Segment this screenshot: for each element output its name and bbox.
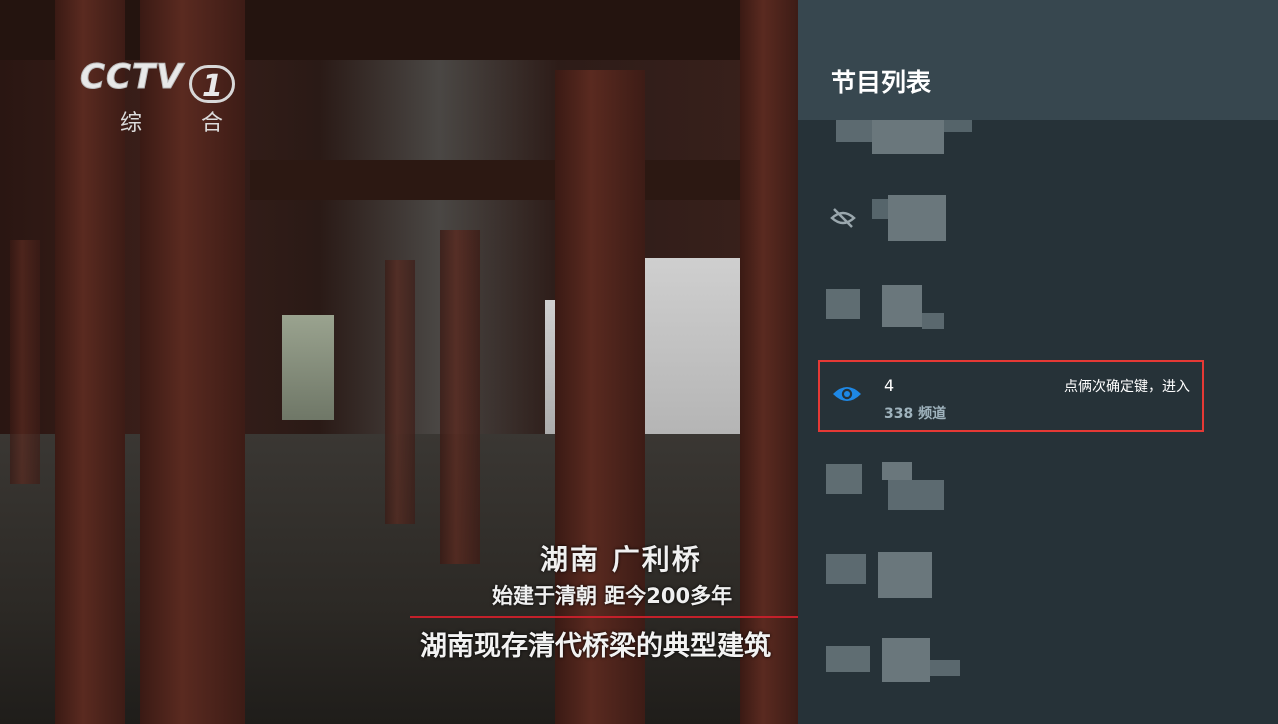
scene-beam (250, 160, 798, 200)
eye-icon (833, 387, 861, 401)
list-item[interactable] (826, 638, 976, 688)
list-item[interactable] (828, 120, 978, 156)
caption-subtitle: 始建于清朝 距今200多年 (492, 584, 733, 608)
caption-narration: 湖南现存清代桥梁的典型建筑 (420, 631, 771, 662)
scene-pillar (440, 230, 480, 564)
logo-number: 1 (189, 64, 236, 104)
eye-off-icon (830, 208, 856, 228)
logo-channel-name: 综 合 (120, 110, 249, 136)
item-hint: 点俩次确定键，进入 (1064, 379, 1190, 395)
scene-window (545, 300, 555, 450)
logo-brand: CCTV (79, 57, 184, 98)
scene-distant-opening (282, 315, 334, 420)
panel-title: 节目列表 (831, 68, 932, 97)
list-item-selected[interactable]: 4 338 频道 点俩次确定键，进入 (818, 360, 1204, 432)
scene-pillar (10, 240, 40, 484)
caption-divider (410, 616, 798, 618)
video-player[interactable]: CCTV 1 综 合 湖南 广利桥 始建于清朝 距今200多年 湖南现存清代桥梁的… (0, 0, 798, 724)
item-channel-count: 338 频道 (884, 406, 947, 422)
list-item[interactable] (826, 285, 976, 333)
item-name: 4 (884, 376, 895, 395)
scene-pillar (385, 260, 415, 524)
list-item[interactable] (826, 552, 976, 602)
channel-logo: CCTV 1 综 合 (79, 57, 249, 137)
program-list-panel: 节目列表 4 338 频道 点俩次确定键，进入 (798, 0, 1278, 724)
list-item[interactable] (828, 195, 978, 245)
caption-title: 湖南 广利桥 (540, 543, 702, 576)
panel-header: 节目列表 (798, 0, 1278, 120)
list-item[interactable] (826, 462, 976, 512)
